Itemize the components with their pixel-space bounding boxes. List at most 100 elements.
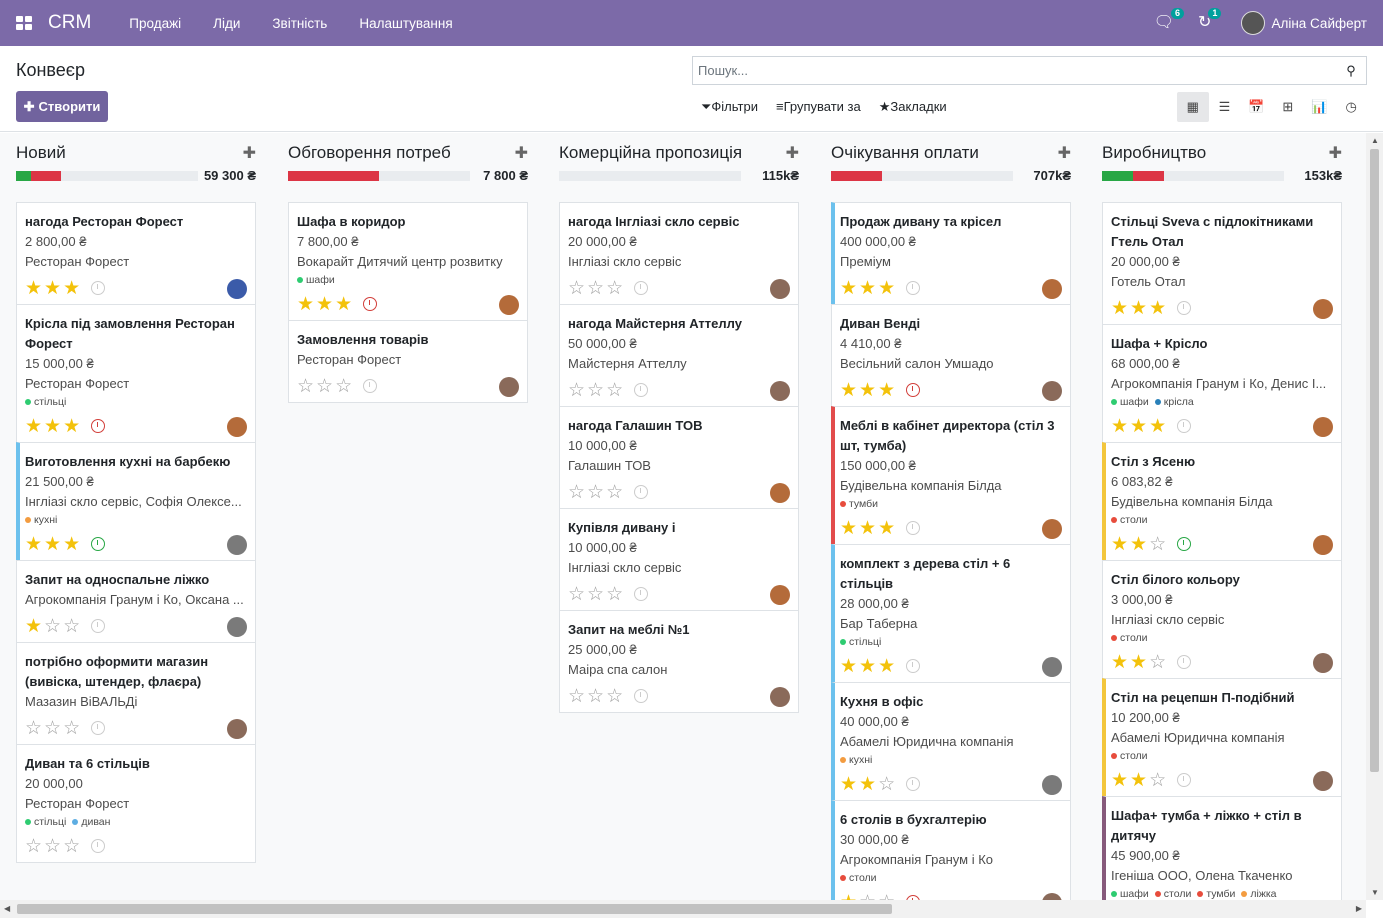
salesperson-avatar[interactable] — [499, 295, 519, 315]
lead-card[interactable]: потрібно оформити магазин (вивіска, штен… — [16, 642, 256, 745]
lead-card[interactable]: Кухня в офіс 40 000,00 ₴ Абамелі Юридична … — [831, 682, 1071, 801]
list-view-icon[interactable]: ☰ — [1209, 92, 1241, 122]
lead-card[interactable]: 6 столів в бухгалтерію 30 000,00 ₴ Агроком… — [831, 800, 1071, 900]
priority-star-icon[interactable]: ★ — [316, 295, 333, 314]
priority-star-icon[interactable]: ☆ — [63, 837, 80, 856]
priority-star-icon[interactable]: ☆ — [44, 719, 61, 738]
column-progress-bar[interactable] — [831, 171, 1013, 181]
salesperson-avatar[interactable] — [1313, 771, 1333, 791]
priority-star-icon[interactable]: ☆ — [297, 377, 314, 396]
priority-star-icon[interactable]: ★ — [44, 279, 61, 298]
priority-star-icon[interactable]: ★ — [1111, 417, 1128, 436]
lead-card[interactable]: нагода Ресторан Форест 2 800,00 ₴ Ресторан… — [16, 202, 256, 305]
activity-clock-icon[interactable] — [1177, 419, 1192, 433]
column-title[interactable]: Новий — [16, 143, 66, 163]
column-title[interactable]: Очікування оплати — [831, 143, 979, 163]
lead-card[interactable]: Крісла під замовлення Ресторан Форест 15 … — [16, 304, 256, 443]
priority-star-icon[interactable]: ☆ — [316, 377, 333, 396]
lead-card[interactable]: Купівля дивану і 10 000,00 ₴ Інгліазі скло… — [559, 508, 799, 611]
priority-star-icon[interactable]: ☆ — [568, 381, 585, 400]
priority-star-icon[interactable]: ★ — [840, 893, 857, 901]
lead-card[interactable]: нагода Інгліазі скло сервіс 20 000,00 ₴ Ін… — [559, 202, 799, 305]
priority-star-icon[interactable]: ☆ — [1149, 771, 1166, 790]
priority-star-icon[interactable]: ☆ — [587, 279, 604, 298]
calendar-view-icon[interactable]: 📅 — [1240, 92, 1272, 122]
menu-sales[interactable]: Продажі — [129, 16, 181, 31]
priority-star-icon[interactable]: ★ — [1149, 417, 1166, 436]
priority-star-icon[interactable]: ★ — [840, 279, 857, 298]
lead-card[interactable]: Стільці Sveva с підлокітниками Гтель Ота… — [1102, 202, 1342, 325]
menu-leads[interactable]: Ліди — [213, 16, 240, 31]
add-card-icon[interactable]: ✚ — [1329, 143, 1342, 163]
priority-star-icon[interactable]: ★ — [1149, 299, 1166, 318]
progress-segment[interactable] — [30, 171, 62, 181]
priority-star-icon[interactable]: ☆ — [25, 719, 42, 738]
search-box[interactable]: Пошук... ⚲ — [692, 56, 1367, 85]
activity-clock-icon[interactable] — [1177, 537, 1192, 551]
salesperson-avatar[interactable] — [227, 279, 247, 299]
horizontal-scrollbar[interactable]: ◀ ▶ — [0, 900, 1366, 918]
activity-clock-icon[interactable] — [634, 689, 649, 703]
salesperson-avatar[interactable] — [1313, 417, 1333, 437]
priority-star-icon[interactable]: ☆ — [1149, 535, 1166, 554]
lead-card[interactable]: Замовлення товарів Ресторан Форест ☆ ☆ ☆ — [288, 320, 528, 403]
activity-clock-icon[interactable] — [1177, 773, 1192, 787]
lead-card[interactable]: Стіл з Ясеню 6 083,82 ₴ Будівельна компані… — [1102, 442, 1342, 561]
kanban-view-icon[interactable]: ▦ — [1176, 92, 1209, 122]
salesperson-avatar[interactable] — [770, 585, 790, 605]
activity-clock-icon[interactable] — [906, 521, 921, 535]
priority-star-icon[interactable]: ☆ — [568, 687, 585, 706]
search-icon[interactable]: ⚲ — [1336, 63, 1366, 79]
column-progress-bar[interactable] — [16, 171, 198, 181]
priority-star-icon[interactable]: ☆ — [878, 893, 895, 901]
priority-star-icon[interactable]: ★ — [63, 535, 80, 554]
priority-star-icon[interactable]: ☆ — [859, 893, 876, 901]
column-title[interactable]: Обговорення потреб — [288, 143, 451, 163]
activity-clock-icon[interactable] — [634, 587, 649, 601]
priority-star-icon[interactable]: ★ — [859, 381, 876, 400]
priority-star-icon[interactable]: ★ — [1130, 771, 1147, 790]
lead-card[interactable]: Диван та 6 стільців 20 000,00 Ресторан Фор… — [16, 744, 256, 863]
activity-clock-icon[interactable] — [91, 721, 106, 735]
priority-star-icon[interactable]: ☆ — [568, 483, 585, 502]
salesperson-avatar[interactable] — [770, 483, 790, 503]
lead-card[interactable]: нагода Галашин ТОВ 10 000,00 ₴ Галашин ТОВ… — [559, 406, 799, 509]
activity-clock-icon[interactable] — [634, 383, 649, 397]
messages-icon[interactable]: 🗨 6 — [1154, 8, 1185, 31]
salesperson-avatar[interactable] — [1042, 381, 1062, 401]
priority-star-icon[interactable]: ☆ — [878, 775, 895, 794]
salesperson-avatar[interactable] — [1313, 535, 1333, 555]
salesperson-avatar[interactable] — [499, 377, 519, 397]
priority-star-icon[interactable]: ☆ — [63, 617, 80, 636]
lead-card[interactable]: Виготовлення кухні на барбекю 21 500,00 ₴… — [16, 442, 256, 561]
activity-clock-icon[interactable] — [906, 383, 921, 397]
menu-reporting[interactable]: Звітність — [272, 16, 327, 31]
lead-card[interactable]: Стіл білого кольору 3 000,00 ₴ Інгліазі ск… — [1102, 560, 1342, 679]
activity-clock-icon[interactable] — [1177, 301, 1192, 315]
salesperson-avatar[interactable] — [1042, 279, 1062, 299]
priority-star-icon[interactable]: ☆ — [587, 381, 604, 400]
lead-card[interactable]: нагода Майстерня Аттеллу 50 000,00 ₴ Майст… — [559, 304, 799, 407]
lead-card[interactable]: Запит на меблі №1 25 000,00 ₴ Маіра спа са… — [559, 610, 799, 713]
progress-segment[interactable] — [1102, 171, 1133, 181]
activity-clock-icon[interactable] — [91, 419, 106, 433]
priority-star-icon[interactable]: ★ — [63, 279, 80, 298]
column-progress-bar[interactable] — [1102, 171, 1284, 181]
priority-star-icon[interactable]: ★ — [335, 295, 352, 314]
lead-card[interactable]: Запит на односпальне ліжко Агрокомпанія Г… — [16, 560, 256, 643]
activity-clock-icon[interactable] — [634, 281, 649, 295]
priority-star-icon[interactable]: ★ — [25, 417, 42, 436]
activity-clock-icon[interactable] — [906, 659, 921, 673]
salesperson-avatar[interactable] — [1313, 299, 1333, 319]
lead-card[interactable]: Шафа в коридор 7 800,00 ₴ Вокарайт Дитячий… — [288, 202, 528, 321]
salesperson-avatar[interactable] — [1042, 657, 1062, 677]
priority-star-icon[interactable]: ☆ — [606, 687, 623, 706]
priority-star-icon[interactable]: ★ — [840, 519, 857, 538]
priority-star-icon[interactable]: ★ — [859, 775, 876, 794]
priority-star-icon[interactable]: ☆ — [606, 279, 623, 298]
salesperson-avatar[interactable] — [1313, 653, 1333, 673]
priority-star-icon[interactable]: ★ — [1130, 653, 1147, 672]
vertical-scrollbar[interactable]: ▲ ▼ — [1366, 133, 1383, 900]
activity-clock-icon[interactable] — [363, 297, 378, 311]
priority-star-icon[interactable]: ☆ — [568, 585, 585, 604]
